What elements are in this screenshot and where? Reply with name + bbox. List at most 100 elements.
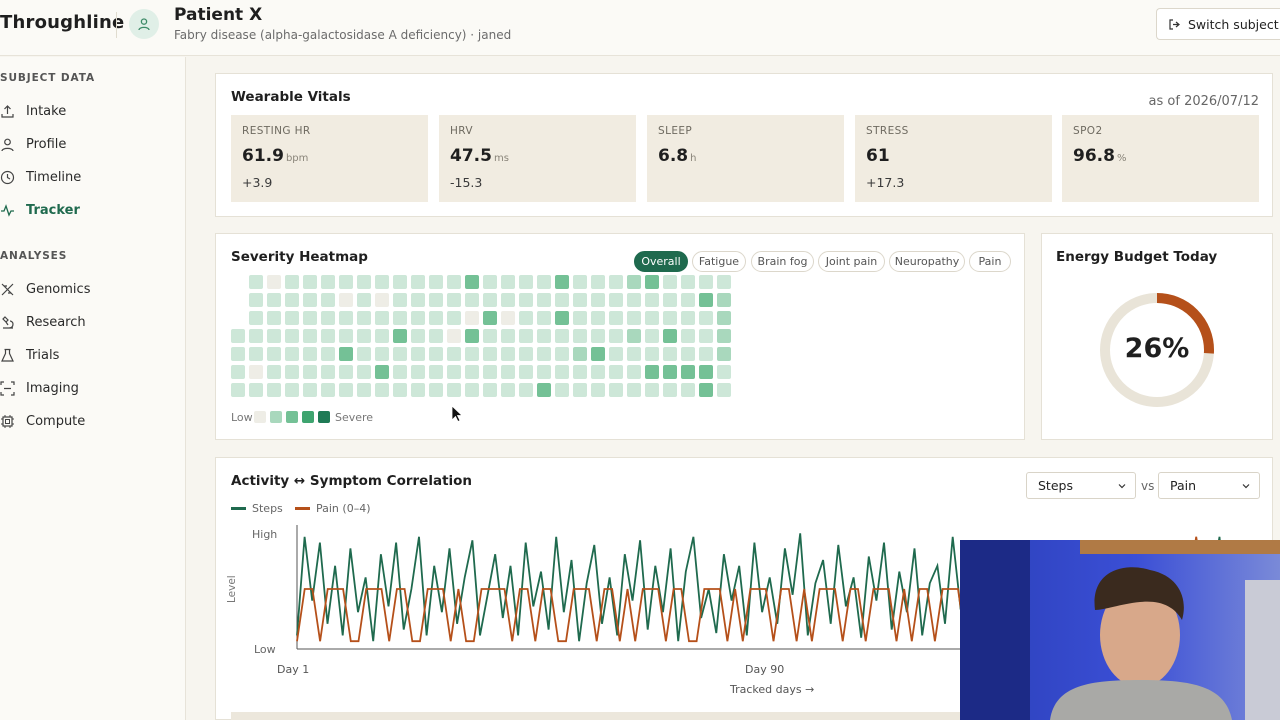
heatmap-cell[interactable] [717,275,731,289]
heatmap-cell[interactable] [627,383,641,397]
heatmap-cell[interactable] [267,383,281,397]
heatmap-cell[interactable] [627,329,641,343]
heatmap-cell[interactable] [681,311,695,325]
heatmap-cell[interactable] [573,347,587,361]
heatmap-cell[interactable] [285,347,299,361]
heatmap-cell[interactable] [393,329,407,343]
heatmap-cell[interactable] [519,383,533,397]
heatmap-cell[interactable] [321,329,335,343]
heatmap-cell[interactable] [609,365,623,379]
heatmap-cell[interactable] [627,311,641,325]
heatmap-cell[interactable] [303,329,317,343]
heatmap-cell[interactable] [249,293,263,307]
heatmap-cell[interactable] [447,365,461,379]
sidebar-item-trials[interactable]: Trials [0,343,180,367]
heatmap-cell[interactable] [699,347,713,361]
heatmap-cell[interactable] [501,293,515,307]
heatmap-cell[interactable] [357,365,371,379]
heatmap-cell[interactable] [393,275,407,289]
heatmap-cell[interactable] [375,311,389,325]
heatmap-cell[interactable] [699,293,713,307]
heatmap-cell[interactable] [663,365,677,379]
switch-subject-button[interactable]: Switch subject [1156,8,1280,40]
heatmap-cell[interactable] [537,365,551,379]
heatmap-cell[interactable] [573,329,587,343]
heatmap-cell[interactable] [429,275,443,289]
heatmap-cell[interactable] [645,311,659,325]
heatmap-cell[interactable] [537,275,551,289]
heatmap-cell[interactable] [483,365,497,379]
heatmap-cell[interactable] [645,347,659,361]
heatmap-cell[interactable] [555,347,569,361]
metric-a-select[interactable]: Steps [1026,472,1136,499]
heatmap-cell[interactable] [357,293,371,307]
heatmap-cell[interactable] [267,347,281,361]
heatmap-cell[interactable] [231,347,245,361]
heatmap-cell[interactable] [393,383,407,397]
heatmap-cell[interactable] [393,293,407,307]
heatmap-cell[interactable] [717,383,731,397]
heatmap-cell[interactable] [483,293,497,307]
heatmap-cell[interactable] [447,383,461,397]
heatmap-cell[interactable] [519,293,533,307]
sidebar-item-imaging[interactable]: Imaging [0,376,180,400]
heatmap-cell[interactable] [249,275,263,289]
heatmap-cell[interactable] [555,383,569,397]
heatmap-cell[interactable] [483,347,497,361]
heatmap-cell[interactable] [573,293,587,307]
heatmap-cell[interactable] [681,329,695,343]
heatmap-cell[interactable] [555,311,569,325]
sidebar-item-intake[interactable]: Intake [0,99,180,123]
heatmap-cell[interactable] [429,329,443,343]
heatmap-cell[interactable] [411,311,425,325]
heatmap-cell[interactable] [717,329,731,343]
heatmap-cell[interactable] [249,383,263,397]
heatmap-cell[interactable] [285,329,299,343]
heatmap-cell[interactable] [267,311,281,325]
heatmap-cell[interactable] [501,329,515,343]
heatmap-cell[interactable] [375,293,389,307]
heatmap-cell[interactable] [303,311,317,325]
heatmap-cell[interactable] [303,275,317,289]
heatmap-cell[interactable] [717,311,731,325]
heatmap-cell[interactable] [663,347,677,361]
heatmap-cell[interactable] [411,365,425,379]
heatmap-cell[interactable] [627,347,641,361]
heatmap-cell[interactable] [699,275,713,289]
heatmap-cell[interactable] [699,311,713,325]
heatmap-cell[interactable] [321,365,335,379]
heatmap-cell[interactable] [267,293,281,307]
heatmap-cell[interactable] [429,383,443,397]
heatmap-cell[interactable] [339,329,353,343]
heatmap-cell[interactable] [501,383,515,397]
heatmap-cell[interactable] [447,329,461,343]
heatmap-cell[interactable] [465,329,479,343]
heatmap-cell[interactable] [375,347,389,361]
filter-chip-joint-pain[interactable]: Joint pain [818,251,885,272]
filter-chip-brain-fog[interactable]: Brain fog [751,251,814,272]
heatmap-cell[interactable] [699,365,713,379]
heatmap-cell[interactable] [591,275,605,289]
heatmap-cell[interactable] [717,293,731,307]
heatmap-cell[interactable] [717,347,731,361]
heatmap-cell[interactable] [249,329,263,343]
heatmap-cell[interactable] [429,365,443,379]
heatmap-cell[interactable] [375,365,389,379]
heatmap-cell[interactable] [501,347,515,361]
heatmap-cell[interactable] [645,329,659,343]
heatmap-cell[interactable] [321,347,335,361]
heatmap-cell[interactable] [663,329,677,343]
heatmap-cell[interactable] [285,293,299,307]
heatmap-cell[interactable] [609,383,623,397]
heatmap-cell[interactable] [537,329,551,343]
heatmap-cell[interactable] [465,275,479,289]
heatmap-cell[interactable] [267,365,281,379]
heatmap-cell[interactable] [537,293,551,307]
heatmap-cell[interactable] [663,275,677,289]
heatmap-cell[interactable] [357,329,371,343]
heatmap-cell[interactable] [681,365,695,379]
heatmap-cell[interactable] [393,311,407,325]
heatmap-cell[interactable] [465,383,479,397]
heatmap-cell[interactable] [609,293,623,307]
heatmap-cell[interactable] [519,275,533,289]
